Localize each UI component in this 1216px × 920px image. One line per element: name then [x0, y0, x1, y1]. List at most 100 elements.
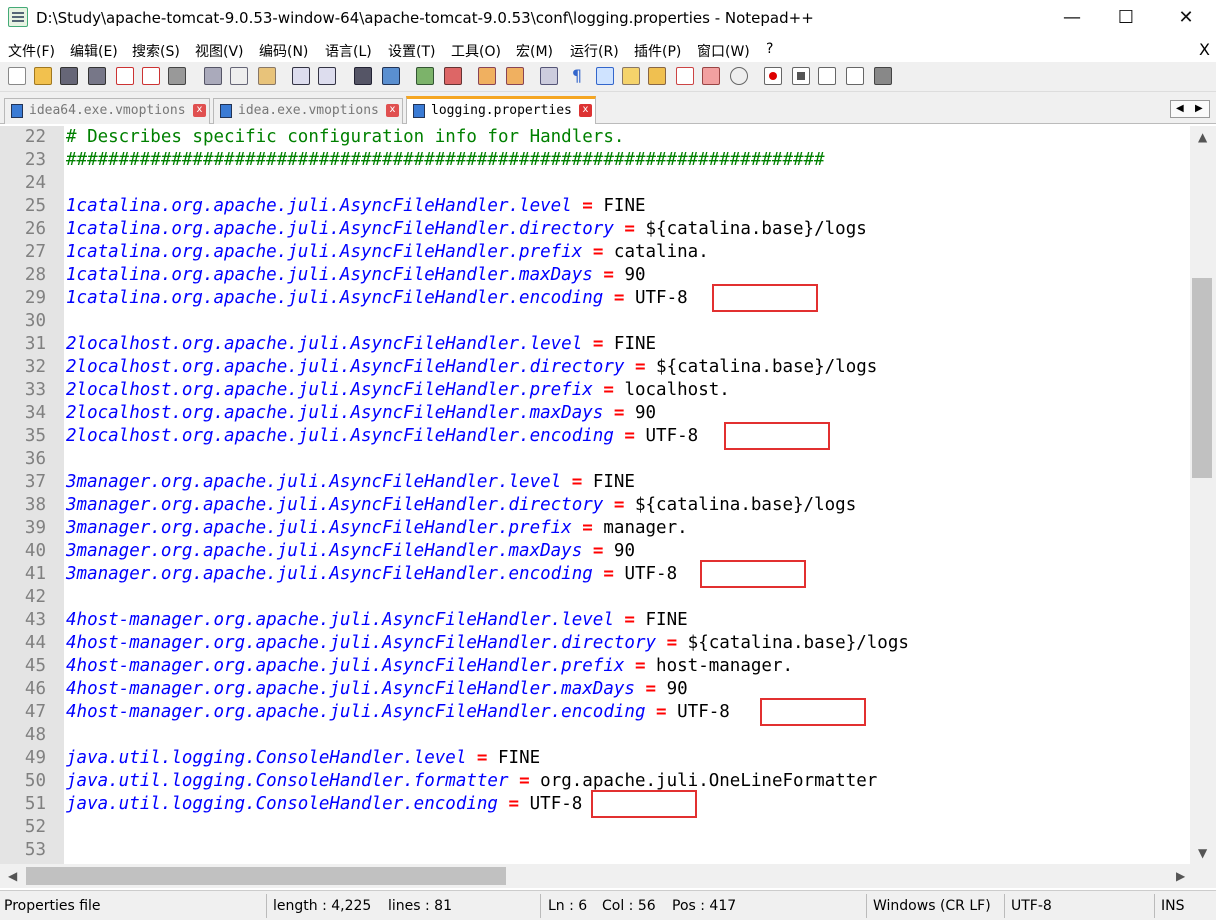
- paste-icon[interactable]: [258, 67, 276, 85]
- scroll-right-icon[interactable]: ▶: [1176, 869, 1185, 883]
- macro-run-multiple-icon[interactable]: [846, 67, 864, 85]
- tab-idea-vmoptions[interactable]: idea.exe.vmoptions x: [213, 98, 403, 124]
- tab-scroll-left-icon[interactable]: ◀: [1176, 101, 1184, 117]
- code-line[interactable]: 24: [0, 172, 1190, 195]
- code-line[interactable]: 31 2localhost.org.apache.juli.AsyncFileHa…: [0, 333, 1190, 356]
- code-line[interactable]: 45 4host-manager.org.apache.juli.AsyncFil…: [0, 655, 1190, 678]
- close-tab-icon[interactable]: x: [386, 104, 399, 117]
- tab-idea64-vmoptions[interactable]: idea64.exe.vmoptions x: [4, 98, 210, 124]
- code-line[interactable]: 27 1catalina.org.apache.juli.AsyncFileHan…: [0, 241, 1190, 264]
- monitoring-icon[interactable]: [702, 67, 720, 85]
- property-value: UTF-8: [624, 564, 678, 584]
- copy-icon[interactable]: [230, 67, 248, 85]
- vertical-scrollbar[interactable]: ▲ ▼: [1190, 126, 1216, 864]
- code-line[interactable]: 33 2localhost.org.apache.juli.AsyncFileHa…: [0, 379, 1190, 402]
- close-icon[interactable]: [116, 67, 134, 85]
- editor-area[interactable]: 22 # Describes specific configuration inf…: [0, 126, 1190, 864]
- menu-view[interactable]: 视图(V): [195, 41, 244, 61]
- macro-save-icon[interactable]: [874, 67, 892, 85]
- show-all-chars-icon[interactable]: ¶: [568, 67, 586, 85]
- save-icon[interactable]: [60, 67, 78, 85]
- menu-encoding[interactable]: 编码(N): [259, 41, 308, 61]
- redo-icon[interactable]: [318, 67, 336, 85]
- code-line[interactable]: 48: [0, 724, 1190, 747]
- menu-tools[interactable]: 工具(O): [451, 41, 501, 61]
- open-file-icon[interactable]: [34, 67, 52, 85]
- word-wrap-icon[interactable]: [540, 67, 558, 85]
- folder-workspace-icon[interactable]: [676, 67, 694, 85]
- cut-icon[interactable]: [204, 67, 222, 85]
- function-list-icon[interactable]: [648, 67, 666, 85]
- close-document-x[interactable]: X: [1199, 40, 1210, 59]
- print-icon[interactable]: [168, 67, 186, 85]
- menu-help[interactable]: ?: [766, 41, 773, 57]
- macro-record-icon[interactable]: [764, 67, 782, 85]
- code-line[interactable]: 38 3manager.org.apache.juli.AsyncFileHand…: [0, 494, 1190, 517]
- macro-play-icon[interactable]: [818, 67, 836, 85]
- save-all-icon[interactable]: [88, 67, 106, 85]
- menu-macro[interactable]: 宏(M): [516, 41, 553, 61]
- sync-vertical-icon[interactable]: [478, 67, 496, 85]
- replace-icon[interactable]: [382, 67, 400, 85]
- tab-scroll-buttons[interactable]: ◀ ▶: [1170, 100, 1210, 118]
- code-line[interactable]: 52: [0, 816, 1190, 839]
- code-line[interactable]: 29 1catalina.org.apache.juli.AsyncFileHan…: [0, 284, 1190, 312]
- code-line[interactable]: 43 4host-manager.org.apache.juli.AsyncFil…: [0, 609, 1190, 632]
- close-all-icon[interactable]: [142, 67, 160, 85]
- menu-search[interactable]: 搜索(S): [132, 41, 180, 61]
- code-line[interactable]: 23 ######################################…: [0, 149, 1190, 172]
- code-line[interactable]: 32 2localhost.org.apache.juli.AsyncFileHa…: [0, 356, 1190, 379]
- code-line[interactable]: 39 3manager.org.apache.juli.AsyncFileHand…: [0, 517, 1190, 540]
- status-lines: lines : 81: [388, 898, 452, 914]
- horizontal-scrollbar[interactable]: ◀ ▶: [0, 864, 1216, 888]
- close-window-button[interactable]: ✕: [1160, 0, 1212, 38]
- new-file-icon[interactable]: [8, 67, 26, 85]
- code-line[interactable]: 36: [0, 448, 1190, 471]
- maximize-button[interactable]: ☐: [1100, 0, 1152, 38]
- menu-run[interactable]: 运行(R): [570, 41, 619, 61]
- eye-icon[interactable]: [730, 67, 748, 85]
- tab-scroll-right-icon[interactable]: ▶: [1195, 101, 1203, 117]
- zoom-out-icon[interactable]: [444, 67, 462, 85]
- code-line[interactable]: 47 4host-manager.org.apache.juli.AsyncFil…: [0, 698, 1190, 726]
- code-line[interactable]: 53: [0, 839, 1190, 862]
- code-line[interactable]: 22 # Describes specific configuration inf…: [0, 126, 1190, 149]
- code-line[interactable]: 46 4host-manager.org.apache.juli.AsyncFil…: [0, 678, 1190, 701]
- menu-language[interactable]: 语言(L): [325, 41, 372, 61]
- code-line[interactable]: 42: [0, 586, 1190, 609]
- close-tab-icon[interactable]: x: [193, 104, 206, 117]
- vertical-scroll-thumb[interactable]: [1192, 278, 1212, 478]
- code-line[interactable]: 49 java.util.logging.ConsoleHandler.level…: [0, 747, 1190, 770]
- tab-logging-properties[interactable]: logging.properties x: [406, 96, 596, 124]
- code-line[interactable]: 30: [0, 310, 1190, 333]
- code-line[interactable]: 51 java.util.logging.ConsoleHandler.encod…: [0, 790, 1190, 818]
- close-tab-icon[interactable]: x: [579, 104, 592, 117]
- assignment-operator: =: [508, 794, 520, 814]
- code-line[interactable]: 26 1catalina.org.apache.juli.AsyncFileHan…: [0, 218, 1190, 241]
- find-icon[interactable]: [354, 67, 372, 85]
- zoom-in-icon[interactable]: [416, 67, 434, 85]
- code-line[interactable]: 40 3manager.org.apache.juli.AsyncFileHand…: [0, 540, 1190, 563]
- code-line[interactable]: 41 3manager.org.apache.juli.AsyncFileHand…: [0, 560, 1190, 588]
- menu-plugins[interactable]: 插件(P): [634, 41, 681, 61]
- code-line[interactable]: 44 4host-manager.org.apache.juli.AsyncFil…: [0, 632, 1190, 655]
- menu-file[interactable]: 文件(F): [8, 41, 55, 61]
- menu-edit[interactable]: 编辑(E): [70, 41, 118, 61]
- code-line[interactable]: 37 3manager.org.apache.juli.AsyncFileHand…: [0, 471, 1190, 494]
- scroll-down-icon[interactable]: ▼: [1198, 846, 1207, 860]
- macro-stop-icon[interactable]: [792, 67, 810, 85]
- doc-map-icon[interactable]: [622, 67, 640, 85]
- menu-window[interactable]: 窗口(W): [697, 41, 750, 61]
- code-line[interactable]: 35 2localhost.org.apache.juli.AsyncFileHa…: [0, 422, 1190, 450]
- sync-horizontal-icon[interactable]: [506, 67, 524, 85]
- undo-icon[interactable]: [292, 67, 310, 85]
- code-line[interactable]: 25 1catalina.org.apache.juli.AsyncFileHan…: [0, 195, 1190, 218]
- scroll-up-icon[interactable]: ▲: [1198, 130, 1207, 144]
- scroll-left-icon[interactable]: ◀: [8, 869, 17, 883]
- indent-guide-icon[interactable]: [596, 67, 614, 85]
- minimize-button[interactable]: —: [1046, 0, 1098, 38]
- code-line[interactable]: 28 1catalina.org.apache.juli.AsyncFileHan…: [0, 264, 1190, 287]
- menu-settings[interactable]: 设置(T): [388, 41, 435, 61]
- horizontal-scroll-thumb[interactable]: [26, 867, 506, 885]
- code-line[interactable]: 34 2localhost.org.apache.juli.AsyncFileHa…: [0, 402, 1190, 425]
